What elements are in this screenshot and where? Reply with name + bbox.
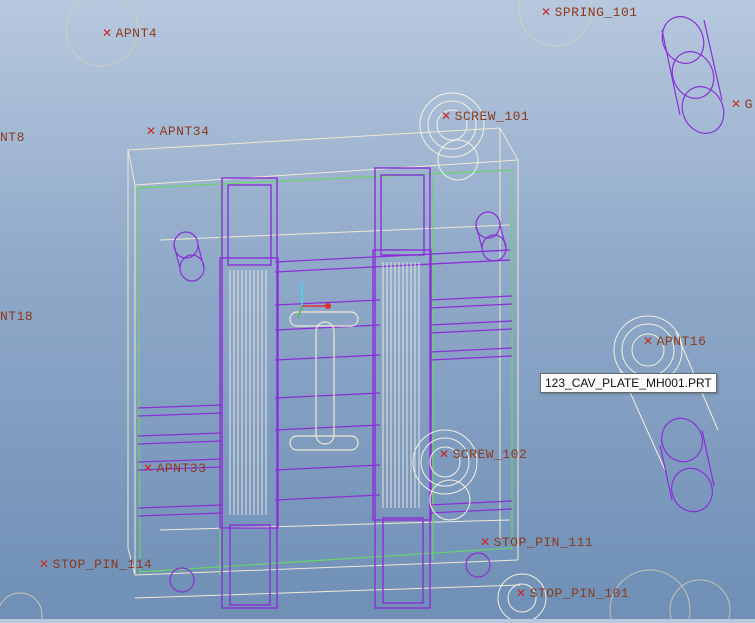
datum-g-partial[interactable]: ✕ G [731,97,753,112]
datum-label: APNT34 [159,124,210,139]
datum-screw-101[interactable]: ✕ SCREW_101 [441,109,529,124]
datum-apnt16[interactable]: ✕ APNT16 [643,334,706,349]
datum-label: STOP_PIN_114 [52,557,153,572]
screw-apnt16-body [659,417,715,513]
background-wire-circles [0,0,731,623]
datum-x-icon: ✕ [480,535,491,549]
datum-label: SCREW_102 [452,447,528,462]
datum-x-icon: ✕ [143,461,154,475]
datum-stop-pin-111[interactable]: ✕ STOP_PIN_111 [480,535,593,550]
datum-x-icon: ✕ [441,109,452,123]
datum-stop-pin-101[interactable]: ✕ STOP_PIN_101 [516,586,629,601]
screw-102 [412,429,478,521]
right-insert-hatch [382,262,420,508]
datum-label: STOP_PIN_101 [529,586,630,601]
datum-screw-102[interactable]: ✕ SCREW_102 [439,447,527,462]
datum-label: APNT33 [156,461,207,476]
left-insert-hatch [229,270,267,515]
datum-x-icon: ✕ [731,97,742,111]
part-tooltip: 123_CAV_PLATE_MH001.PRT [540,373,717,393]
datum-x-icon: ✕ [102,26,113,40]
screw-101 [419,92,485,181]
datum-apnt33[interactable]: ✕ APNT33 [143,461,206,476]
datum-label: APNT16 [656,334,707,349]
datum-label: NT8 [0,130,25,145]
datum-x-icon: ✕ [541,5,552,19]
datum-apnt34[interactable]: ✕ APNT34 [146,124,209,139]
model-viewport[interactable]: ✕ APNT4 ✕ SPRING_101 ✕ G NT8 ✕ APNT34 ✕ SCREW… [0,0,755,623]
datum-x-icon: ✕ [439,447,450,461]
datum-apnt4[interactable]: ✕ APNT4 [102,26,157,41]
spring-cylinders [661,16,725,134]
datum-x-icon: ✕ [39,557,50,571]
datum-label: G [744,97,753,112]
datum-label: SCREW_101 [454,109,530,124]
wireframe-model[interactable] [0,0,755,623]
datum-x-icon: ✕ [643,334,654,348]
datum-stop-pin-114[interactable]: ✕ STOP_PIN_114 [39,557,152,572]
datum-apnt18[interactable]: NT18 [0,309,33,324]
plate-outline [127,127,521,599]
datum-label: STOP_PIN_111 [493,535,594,550]
right-insert [372,167,432,609]
left-insert [219,177,279,609]
datum-spring-101[interactable]: ✕ SPRING_101 [541,5,638,20]
datum-label: NT18 [0,309,34,324]
cooling-channels [137,249,513,517]
datum-label: SPRING_101 [554,5,638,20]
datum-x-icon: ✕ [516,586,527,600]
datum-label: APNT4 [115,26,158,41]
datum-x-icon: ✕ [146,124,157,138]
datum-apnt8[interactable]: NT8 [0,130,25,145]
